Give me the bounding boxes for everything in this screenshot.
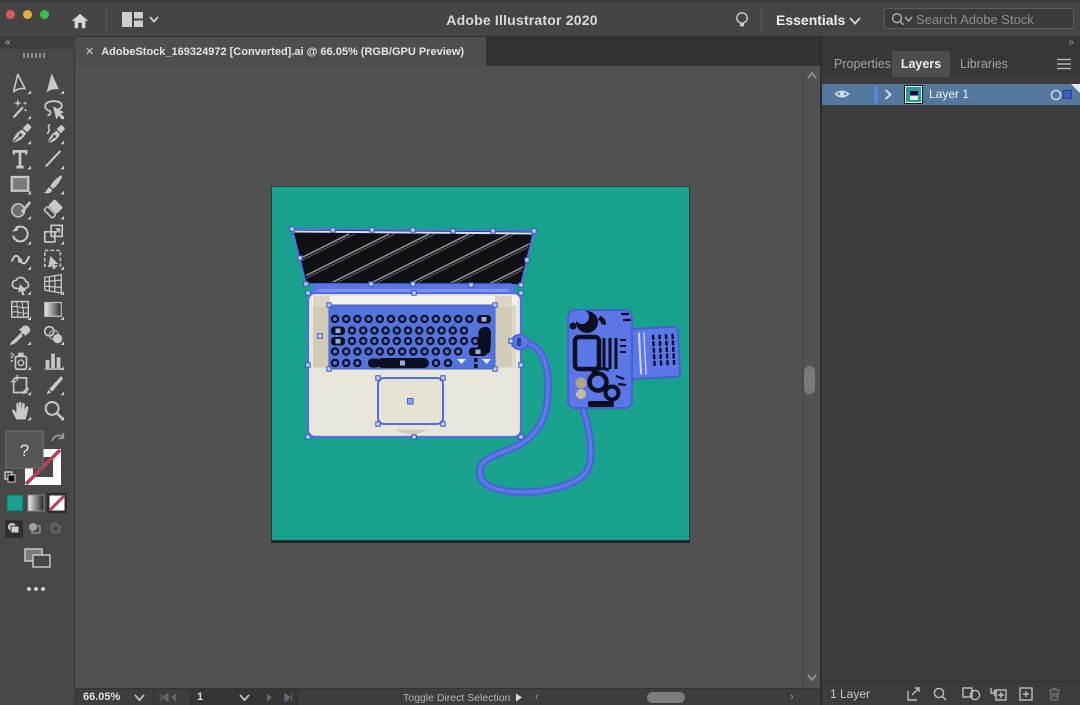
svg-text:?: ? — [20, 441, 29, 460]
